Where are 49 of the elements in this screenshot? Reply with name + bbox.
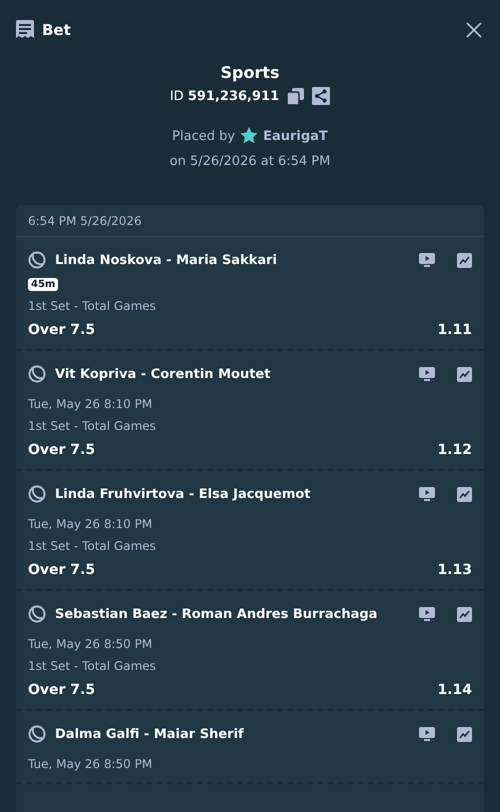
close-button[interactable] bbox=[464, 20, 484, 40]
start-time: Tue, May 26 8:50 PM bbox=[28, 757, 154, 771]
live-time-badge: 45m bbox=[28, 278, 58, 291]
share-icon[interactable] bbox=[312, 87, 330, 105]
start-time: Tue, May 26 8:10 PM bbox=[28, 517, 154, 531]
vip-star-icon bbox=[240, 127, 258, 145]
placed-by-label: Placed by bbox=[172, 128, 236, 144]
event-name[interactable]: Dalma Galfi - Maiar Sherif bbox=[55, 726, 410, 742]
event-name[interactable]: Sebastian Baez - Roman Andres Burrachaga bbox=[55, 606, 410, 622]
dialog-title: Bet bbox=[42, 21, 72, 39]
selection: Over 7.5 bbox=[28, 322, 96, 338]
tennis-ball-icon bbox=[28, 251, 46, 269]
odds: 1.14 bbox=[437, 682, 472, 698]
tennis-ball-icon bbox=[28, 725, 46, 743]
odds: 1.12 bbox=[437, 442, 472, 458]
stats-chart-icon[interactable] bbox=[457, 486, 472, 502]
placed-date: on 5/26/2026 at 6:54 PM bbox=[170, 154, 330, 169]
bet-category: Sports bbox=[220, 63, 280, 82]
start-time: Tue, May 26 8:10 PM bbox=[28, 397, 154, 411]
stats-chart-icon[interactable] bbox=[457, 726, 472, 742]
slip-timestamp: 6:54 PM 5/26/2026 bbox=[28, 214, 142, 228]
selection: Over 7.5 bbox=[28, 682, 96, 698]
market-name: 1st Set - Total Games bbox=[28, 539, 157, 553]
bet-id: ID 591,236,911 bbox=[170, 88, 280, 104]
copy-icon[interactable] bbox=[287, 88, 304, 104]
live-stream-icon[interactable] bbox=[419, 367, 435, 381]
live-stream-icon[interactable] bbox=[419, 487, 435, 501]
live-stream-icon[interactable] bbox=[419, 253, 435, 267]
stats-chart-icon[interactable] bbox=[457, 606, 472, 622]
selection: Over 7.5 bbox=[28, 442, 96, 458]
market-name: 1st Set - Total Games bbox=[28, 419, 157, 433]
market-name: 1st Set - Total Games bbox=[28, 659, 157, 673]
event-name[interactable]: Linda Noskova - Maria Sakkari bbox=[55, 252, 410, 268]
event-name[interactable]: Linda Fruhvirtova - Elsa Jacquemot bbox=[55, 486, 410, 502]
username[interactable]: EaurigaT bbox=[263, 128, 328, 144]
stats-chart-icon[interactable] bbox=[457, 366, 472, 382]
live-stream-icon[interactable] bbox=[419, 607, 435, 621]
selection: Over 7.5 bbox=[28, 562, 96, 578]
odds: 1.13 bbox=[437, 562, 472, 578]
tennis-ball-icon bbox=[28, 365, 46, 383]
tennis-ball-icon bbox=[28, 485, 46, 503]
stats-chart-icon[interactable] bbox=[457, 252, 472, 268]
bet-slip-icon bbox=[16, 20, 34, 40]
start-time: Tue, May 26 8:50 PM bbox=[28, 637, 154, 651]
event-name[interactable]: Vit Kopriva - Corentin Moutet bbox=[55, 366, 410, 382]
tennis-ball-icon bbox=[28, 605, 46, 623]
odds: 1.11 bbox=[437, 322, 472, 338]
market-name: 1st Set - Total Games bbox=[28, 299, 157, 313]
live-stream-icon[interactable] bbox=[419, 727, 435, 741]
